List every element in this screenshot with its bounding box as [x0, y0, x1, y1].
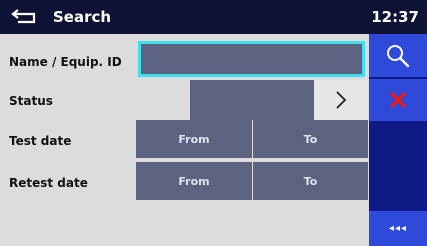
close-icon — [390, 92, 406, 108]
page-title: Search — [53, 8, 112, 26]
test-date-label: Test date — [9, 134, 72, 148]
search-screen: Search 12:37 Name / Equip. ID Status Tes… — [0, 0, 427, 246]
test-date-from-button[interactable]: From — [136, 120, 252, 158]
back-icon[interactable] — [10, 6, 40, 26]
name-equip-id-label: Name / Equip. ID — [9, 55, 122, 69]
status-field[interactable] — [190, 80, 314, 120]
action-sidebar: ◂◂◂ — [369, 34, 427, 246]
chevron-right-icon — [336, 91, 347, 109]
name-equip-id-input[interactable] — [138, 41, 365, 77]
status-select-button[interactable] — [314, 80, 368, 120]
retest-date-to-button[interactable]: To — [253, 162, 368, 200]
clear-filter-button[interactable] — [369, 79, 427, 121]
status-label: Status — [9, 94, 53, 108]
test-date-to-button[interactable]: To — [253, 120, 368, 158]
search-button[interactable] — [369, 34, 427, 77]
search-icon — [387, 44, 410, 67]
more-options-button[interactable]: ◂◂◂ — [369, 211, 427, 246]
header-bar: Search 12:37 — [0, 0, 427, 34]
clock: 12:37 — [371, 8, 419, 26]
retest-date-label: Retest date — [9, 176, 88, 190]
retest-date-from-button[interactable]: From — [136, 162, 252, 200]
